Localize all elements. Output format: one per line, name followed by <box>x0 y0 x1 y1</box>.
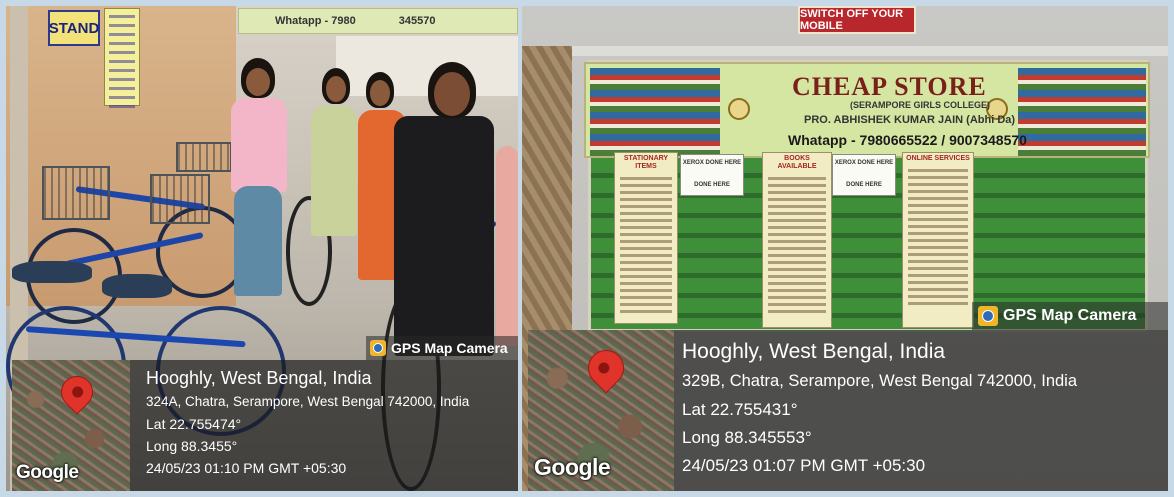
store-phone: Whatapp - 7980665522 / 9007348570 <box>788 132 1027 148</box>
gps-map-thumbnail: Google <box>528 330 674 491</box>
bicycle-seat <box>12 261 92 283</box>
timestamp: 24/05/23 01:07 PM GMT +05:30 <box>682 456 926 475</box>
location-title: Hooghly, West Bengal, India <box>146 368 372 388</box>
wall-poster <box>104 8 140 108</box>
switch-off-mobile-sign: SWITCH OFF YOUR MOBILE <box>798 6 916 34</box>
book-spines-right <box>1018 68 1146 156</box>
banner-whatsapp-text: Whatapp - 7980 <box>275 15 356 27</box>
location-title: Hooghly, West Bengal, India <box>682 340 946 363</box>
book-spines-left <box>590 68 720 156</box>
gps-tag-label: GPS Map Camera <box>391 340 508 356</box>
gps-map-camera-tag: GPS Map Camera <box>972 302 1168 330</box>
wall-molding <box>572 46 1168 56</box>
notice-xerox-left: XEROX DONE HERE DONE HERE <box>680 154 744 196</box>
bicycle-basket <box>176 142 232 172</box>
bicycle-seat <box>102 274 172 298</box>
location-address: 329B, Chatra, Serampore, West Bengal 742… <box>682 372 1078 390</box>
camera-icon <box>370 340 386 356</box>
timestamp: 24/05/23 01:10 PM GMT +05:30 <box>146 460 347 476</box>
gps-info-panel: Hooghly, West Bengal, India 324A, Chatra… <box>130 360 518 491</box>
google-logo: Google <box>534 454 611 480</box>
notice-papers <box>336 36 518 96</box>
latitude: Lat 22.755474° <box>146 416 242 432</box>
notice-online-services: ONLINE SERVICES <box>902 152 974 328</box>
college-seal-icon <box>728 98 750 120</box>
gps-map-thumbnail: Google <box>12 360 130 491</box>
latitude: Lat 22.755431° <box>682 400 798 419</box>
map-pin-icon <box>54 369 100 415</box>
college-name: (SERAMPORE GIRLS COLLEGE) <box>850 100 991 110</box>
longitude: Long 88.3455° <box>146 438 238 454</box>
gps-tag-label: GPS Map Camera <box>1003 307 1137 324</box>
map-pin-icon <box>580 342 632 394</box>
notice-books-available: BOOKS AVAILABLE <box>762 152 832 328</box>
longitude: Long 88.345553° <box>682 428 812 447</box>
store-banner-partial: Whatapp - 7980 345570 <box>238 8 518 34</box>
bicycle-basket <box>42 166 110 220</box>
photo-students-with-bicycles: STAND Whatapp - 7980 345570 GPS Map Came… <box>6 6 518 491</box>
stand-sign: STAND <box>48 10 100 46</box>
google-logo: Google <box>16 462 79 483</box>
cheap-store-banner: CHEAP STORE (SERAMPORE GIRLS COLLEGE) PR… <box>584 62 1150 158</box>
location-address: 324A, Chatra, Serampore, West Bengal 742… <box>146 394 470 409</box>
store-name: CHEAP STORE <box>792 72 987 101</box>
photo-cheap-store-board: SWITCH OFF YOUR MOBILE CHEAP STORE (SERA… <box>522 6 1168 491</box>
gps-info-panel: Hooghly, West Bengal, India 329B, Chatra… <box>674 330 1168 491</box>
proprietor-name: PRO. ABHISHEK KUMAR JAIN (Abhi Da) <box>804 114 1016 126</box>
bicycle-basket <box>150 174 210 224</box>
camera-icon <box>978 306 998 326</box>
notice-xerox-right: XEROX DONE HERE DONE HERE <box>832 154 896 196</box>
banner-phone-text: 345570 <box>398 15 436 27</box>
gps-map-camera-tag: GPS Map Camera <box>366 336 518 360</box>
notice-stationary-items: STATIONARY ITEMS <box>614 152 678 324</box>
